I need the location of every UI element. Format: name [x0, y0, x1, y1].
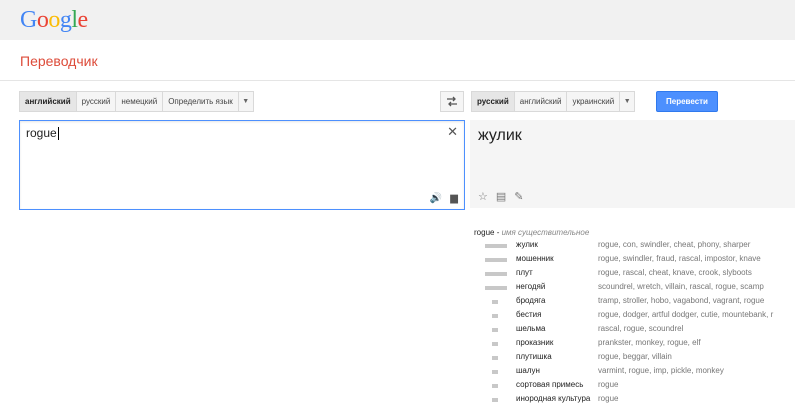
- source-lang-0[interactable]: английский: [20, 92, 77, 111]
- frequency-bar: [492, 314, 498, 318]
- dictionary-term[interactable]: мошенник: [516, 254, 554, 263]
- keyboard-icon[interactable]: ▆: [450, 193, 458, 204]
- dictionary-term[interactable]: бродяга: [516, 296, 546, 305]
- chevron-down-icon[interactable]: ▼: [239, 92, 253, 111]
- google-logo[interactable]: Google: [20, 7, 88, 34]
- dictionary-synonyms[interactable]: varmint, rogue, imp, pickle, monkey: [598, 366, 724, 375]
- dictionary-word: rogue: [474, 228, 495, 237]
- pencil-icon[interactable]: ✎: [514, 190, 523, 203]
- source-text[interactable]: rogue: [26, 126, 59, 141]
- dictionary-entry: проказник prankster, monkey, rogue, elf: [474, 338, 795, 350]
- dictionary-entry: мошенник rogue, swindler, fraud, rascal, …: [474, 254, 795, 266]
- dictionary-entry: бродяга tramp, stroller, hobo, vagabond, …: [474, 296, 795, 308]
- part-of-speech: имя существительное: [501, 228, 590, 237]
- speaker-icon[interactable]: 🔊: [430, 193, 442, 204]
- dictionary-entry: жулик rogue, con, swindler, cheat, phony,…: [474, 240, 795, 252]
- source-lang-1[interactable]: русский: [77, 92, 117, 111]
- swap-languages-button[interactable]: [440, 91, 464, 112]
- dictionary-synonyms[interactable]: rogue, beggar, villain: [598, 352, 672, 361]
- target-lang-1[interactable]: английский: [515, 92, 568, 111]
- frequency-bar: [492, 342, 498, 346]
- translate-button[interactable]: Перевести: [656, 91, 718, 112]
- sub-header: [0, 40, 795, 81]
- dictionary-term[interactable]: бестия: [516, 310, 541, 319]
- dictionary-term[interactable]: шельма: [516, 324, 545, 333]
- dictionary-synonyms[interactable]: rogue: [598, 380, 618, 389]
- frequency-bar: [485, 258, 507, 262]
- target-lang-0[interactable]: русский: [472, 92, 515, 111]
- source-lang-3[interactable]: Определить язык: [163, 92, 239, 111]
- dictionary-term[interactable]: плут: [516, 268, 533, 277]
- dictionary-term[interactable]: жулик: [516, 240, 538, 249]
- source-lang-2[interactable]: немецкий: [116, 92, 164, 111]
- source-text-input[interactable]: rogue ✕ 🔊 ▆: [19, 120, 465, 210]
- frequency-bar: [485, 286, 507, 290]
- dictionary-entry: плут rogue, rascal, cheat, knave, crook, …: [474, 268, 795, 280]
- app-title: Переводчик: [20, 53, 98, 69]
- translation-text[interactable]: жулик: [478, 127, 522, 145]
- frequency-bar: [485, 244, 507, 248]
- target-language-bar: русский английский украинский ▼: [471, 91, 636, 112]
- dictionary-term[interactable]: инородная культура: [516, 394, 590, 403]
- target-lang-2[interactable]: украинский: [567, 92, 621, 111]
- frequency-bar: [492, 300, 498, 304]
- dictionary-synonyms[interactable]: scoundrel, wretch, villain, rascal, rogu…: [598, 282, 764, 291]
- translation-result: жулик ☆ ▤ ✎: [470, 120, 795, 208]
- swap-icon: [447, 96, 457, 107]
- dictionary-entry: плутишка rogue, beggar, villain: [474, 352, 795, 364]
- dictionary-term[interactable]: проказник: [516, 338, 553, 347]
- source-language-bar: английский русский немецкий Определить язык…: [19, 91, 254, 112]
- dictionary-separator: -: [496, 228, 500, 237]
- dictionary-synonyms[interactable]: rascal, rogue, scoundrel: [598, 324, 683, 333]
- dictionary-entry: инородная культура rogue: [474, 394, 795, 406]
- frequency-bar: [492, 356, 498, 360]
- chevron-down-icon[interactable]: ▼: [620, 92, 634, 111]
- text-caret: [57, 127, 59, 141]
- frequency-bar: [485, 272, 507, 276]
- clear-button[interactable]: ✕: [447, 124, 458, 140]
- dictionary-term[interactable]: негодяй: [516, 282, 545, 291]
- dictionary-term[interactable]: сортовая примесь: [516, 380, 583, 389]
- frequency-bar: [492, 328, 498, 332]
- top-bar: Google: [0, 0, 795, 40]
- dictionary-synonyms[interactable]: rogue: [598, 394, 618, 403]
- dictionary-entry: негодяй scoundrel, wretch, villain, rasca…: [474, 282, 795, 294]
- dictionary-synonyms[interactable]: rogue, swindler, fraud, rascal, impostor…: [598, 254, 761, 263]
- dictionary-header: rogue - имя существительное: [474, 228, 589, 237]
- dictionary-entry: сортовая примесь rogue: [474, 380, 795, 392]
- dictionary-term[interactable]: плутишка: [516, 352, 552, 361]
- frequency-bar: [492, 398, 498, 402]
- dictionary-synonyms[interactable]: tramp, stroller, hobo, vagabond, vagrant…: [598, 296, 764, 305]
- dictionary-synonyms[interactable]: rogue, rascal, cheat, knave, crook, slyb…: [598, 268, 752, 277]
- dictionary-synonyms[interactable]: rogue, dodger, artful dodger, cutie, mou…: [598, 310, 773, 319]
- dictionary-term[interactable]: шалун: [516, 366, 540, 375]
- list-icon[interactable]: ▤: [496, 190, 506, 203]
- dictionary-synonyms[interactable]: prankster, monkey, rogue, elf: [598, 338, 701, 347]
- frequency-bar: [492, 370, 498, 374]
- dictionary-entry: бестия rogue, dodger, artful dodger, cuti…: [474, 310, 795, 322]
- frequency-bar: [492, 384, 498, 388]
- dictionary-entry: шалун varmint, rogue, imp, pickle, monkey: [474, 366, 795, 378]
- star-icon[interactable]: ☆: [478, 190, 488, 203]
- dictionary-synonyms[interactable]: rogue, con, swindler, cheat, phony, shar…: [598, 240, 750, 249]
- dictionary-entry: шельма rascal, rogue, scoundrel: [474, 324, 795, 336]
- close-icon: ✕: [447, 124, 458, 139]
